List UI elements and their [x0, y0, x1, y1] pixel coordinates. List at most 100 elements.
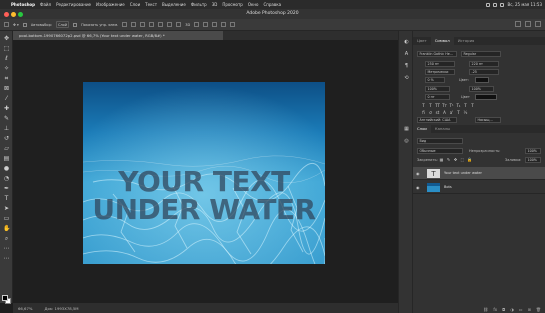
delete-layer-icon[interactable]: 🗑 [536, 307, 541, 312]
healing-brush-tool-icon[interactable]: ✚ [3, 105, 10, 112]
workspace-icon[interactable] [525, 21, 531, 27]
3d-scale-icon[interactable] [230, 22, 236, 27]
kerning-field[interactable]: Метрически [425, 69, 455, 75]
more-align-icon[interactable] [176, 22, 182, 27]
strikethrough-icon[interactable]: T [470, 103, 475, 108]
3d-rotate-icon[interactable] [194, 22, 200, 27]
new-layer-icon[interactable]: ⊞ [528, 307, 531, 312]
lock-position-icon[interactable]: ✥ [453, 157, 458, 162]
share-icon[interactable] [535, 21, 541, 27]
align-bottom-icon[interactable] [167, 22, 173, 27]
rectangle-tool-icon[interactable]: ▭ [3, 215, 10, 222]
lasso-tool-icon[interactable]: ℓ [3, 55, 10, 62]
blend-mode-select[interactable]: Обычные [417, 148, 463, 154]
edit-toolbar-icon[interactable]: ⋯ [3, 255, 10, 262]
ordinals-icon[interactable]: T [456, 110, 461, 115]
eraser-tool-icon[interactable]: ▱ [3, 145, 10, 152]
add-mask-icon[interactable]: ◘ [502, 307, 505, 312]
layer-style-icon[interactable]: fx [493, 307, 497, 312]
eye-icon[interactable]: ◉ [416, 185, 421, 190]
zoom-tool-icon[interactable]: ⌕ [3, 235, 10, 242]
align-center-icon[interactable] [131, 22, 137, 27]
color-swatch-dark[interactable] [475, 94, 497, 100]
fill-field[interactable]: 100% [525, 157, 541, 163]
autoselect-checkbox[interactable] [22, 22, 27, 27]
crop-tool-icon[interactable]: ⌗ [3, 75, 10, 82]
gradient-tool-icon[interactable]: ▤ [3, 155, 10, 162]
canvas-area[interactable]: YOUR TEXT UNDER WATER [13, 40, 398, 303]
leading-field[interactable]: 220 пт [469, 61, 499, 67]
move-tool-icon[interactable]: ✥ ▾ [13, 23, 19, 27]
align-top-icon[interactable] [149, 22, 155, 27]
tab-layers[interactable]: Слои [413, 125, 431, 133]
move-tool-icon[interactable]: ✥ [3, 35, 10, 42]
tab-channels[interactable]: Каналы [431, 125, 454, 133]
stylistic-alt-icon[interactable]: A [442, 110, 447, 115]
zoom-level[interactable]: 66,67% [18, 306, 32, 311]
document-size[interactable]: Док: 1993X78,5М [44, 306, 78, 311]
magic-wand-tool-icon[interactable]: ✧ [3, 65, 10, 72]
underline-icon[interactable]: T [463, 103, 468, 108]
wifi-icon[interactable] [486, 2, 491, 7]
faux-italic-icon[interactable]: T [428, 103, 433, 108]
menu-image[interactable]: Изображение [96, 2, 125, 7]
document-tab[interactable]: pool-bottom-1990766072p2.psd @ 66,7% (Yo… [13, 31, 223, 40]
menu-view[interactable]: Просмотр [222, 2, 243, 7]
font-family-select[interactable]: Franklin Gothic He... [417, 51, 457, 57]
menu-file[interactable]: Файл [40, 2, 51, 7]
menu-filter[interactable]: Фильтр [191, 2, 207, 7]
menu-help[interactable]: Справка [263, 2, 281, 7]
more-tools-icon[interactable]: ⋯ [3, 245, 10, 252]
apple-icon[interactable] [3, 2, 8, 7]
layer-name-text[interactable]: Your text under water [444, 171, 482, 175]
language-select[interactable]: Английский: США [417, 117, 457, 123]
search-icon[interactable] [500, 2, 505, 7]
font-style-select[interactable]: Regular [461, 51, 501, 57]
baseline-shift-field[interactable]: 0 пт [425, 94, 450, 100]
clone-stamp-tool-icon[interactable]: ⊥ [3, 125, 10, 132]
eyedropper-tool-icon[interactable]: ⁄ [3, 95, 10, 102]
foreground-color-swatch[interactable] [2, 295, 8, 301]
brush-tool-icon[interactable]: ✎ [3, 115, 10, 122]
menu-select[interactable]: Выделение [162, 2, 186, 7]
superscript-icon[interactable]: T¹ [449, 103, 454, 108]
pool-artwork[interactable]: YOUR TEXT UNDER WATER [83, 82, 325, 264]
lock-all-icon[interactable]: 🔒 [467, 157, 472, 162]
lock-pixels-icon[interactable]: ✎ [446, 157, 451, 162]
swash-icon[interactable]: st [435, 110, 440, 115]
menu-3d[interactable]: 3D [212, 2, 218, 7]
3d-roll-icon[interactable] [203, 22, 209, 27]
horizontal-scale-field[interactable]: 100% [469, 86, 494, 92]
oldstyle-icon[interactable]: ơ [428, 110, 433, 115]
align-right-icon[interactable] [140, 22, 146, 27]
marquee-tool-icon[interactable]: ⬚ [3, 45, 10, 52]
tracking-field[interactable]: -25 [469, 69, 499, 75]
ligatures-icon[interactable]: fi [421, 110, 426, 115]
menu-photoshop[interactable]: Photoshop [11, 2, 35, 7]
pen-tool-icon[interactable]: ✒ [3, 185, 10, 192]
color-panel-icon[interactable]: ◐ [403, 39, 410, 46]
fractions-icon[interactable]: ½ [463, 110, 468, 115]
align-middle-icon[interactable] [158, 22, 164, 27]
tab-history[interactable]: История [454, 37, 479, 45]
align-left-icon[interactable] [122, 22, 128, 27]
paragraph-panel-icon[interactable]: ¶ [403, 63, 410, 70]
text-color-swatch[interactable] [475, 77, 489, 83]
eye-icon[interactable]: ◉ [416, 171, 421, 176]
tsume-field[interactable]: 0 % [425, 77, 445, 83]
layer-row-text[interactable]: ◉ T Your text under water [413, 167, 545, 180]
adjustment-layer-icon[interactable]: ◑ [510, 307, 514, 312]
menubar-clock[interactable]: Вс, 25 мая 11:53 [507, 2, 542, 7]
battery-icon[interactable] [493, 2, 498, 7]
history-brush-tool-icon[interactable]: ↺ [3, 135, 10, 142]
subscript-icon[interactable]: T₁ [456, 103, 461, 108]
3d-drag-icon[interactable] [212, 22, 218, 27]
type-tool-icon[interactable]: T [3, 195, 10, 202]
tab-color[interactable]: Цвет [413, 37, 431, 45]
dodge-tool-icon[interactable]: ◔ [3, 175, 10, 182]
blur-tool-icon[interactable]: ● [3, 165, 10, 172]
hand-tool-icon[interactable]: ✋ [3, 225, 10, 232]
3d-slide-icon[interactable] [221, 22, 227, 27]
menu-edit[interactable]: Редактирование [56, 2, 91, 7]
layer-filter-select[interactable]: Вид [417, 138, 463, 144]
